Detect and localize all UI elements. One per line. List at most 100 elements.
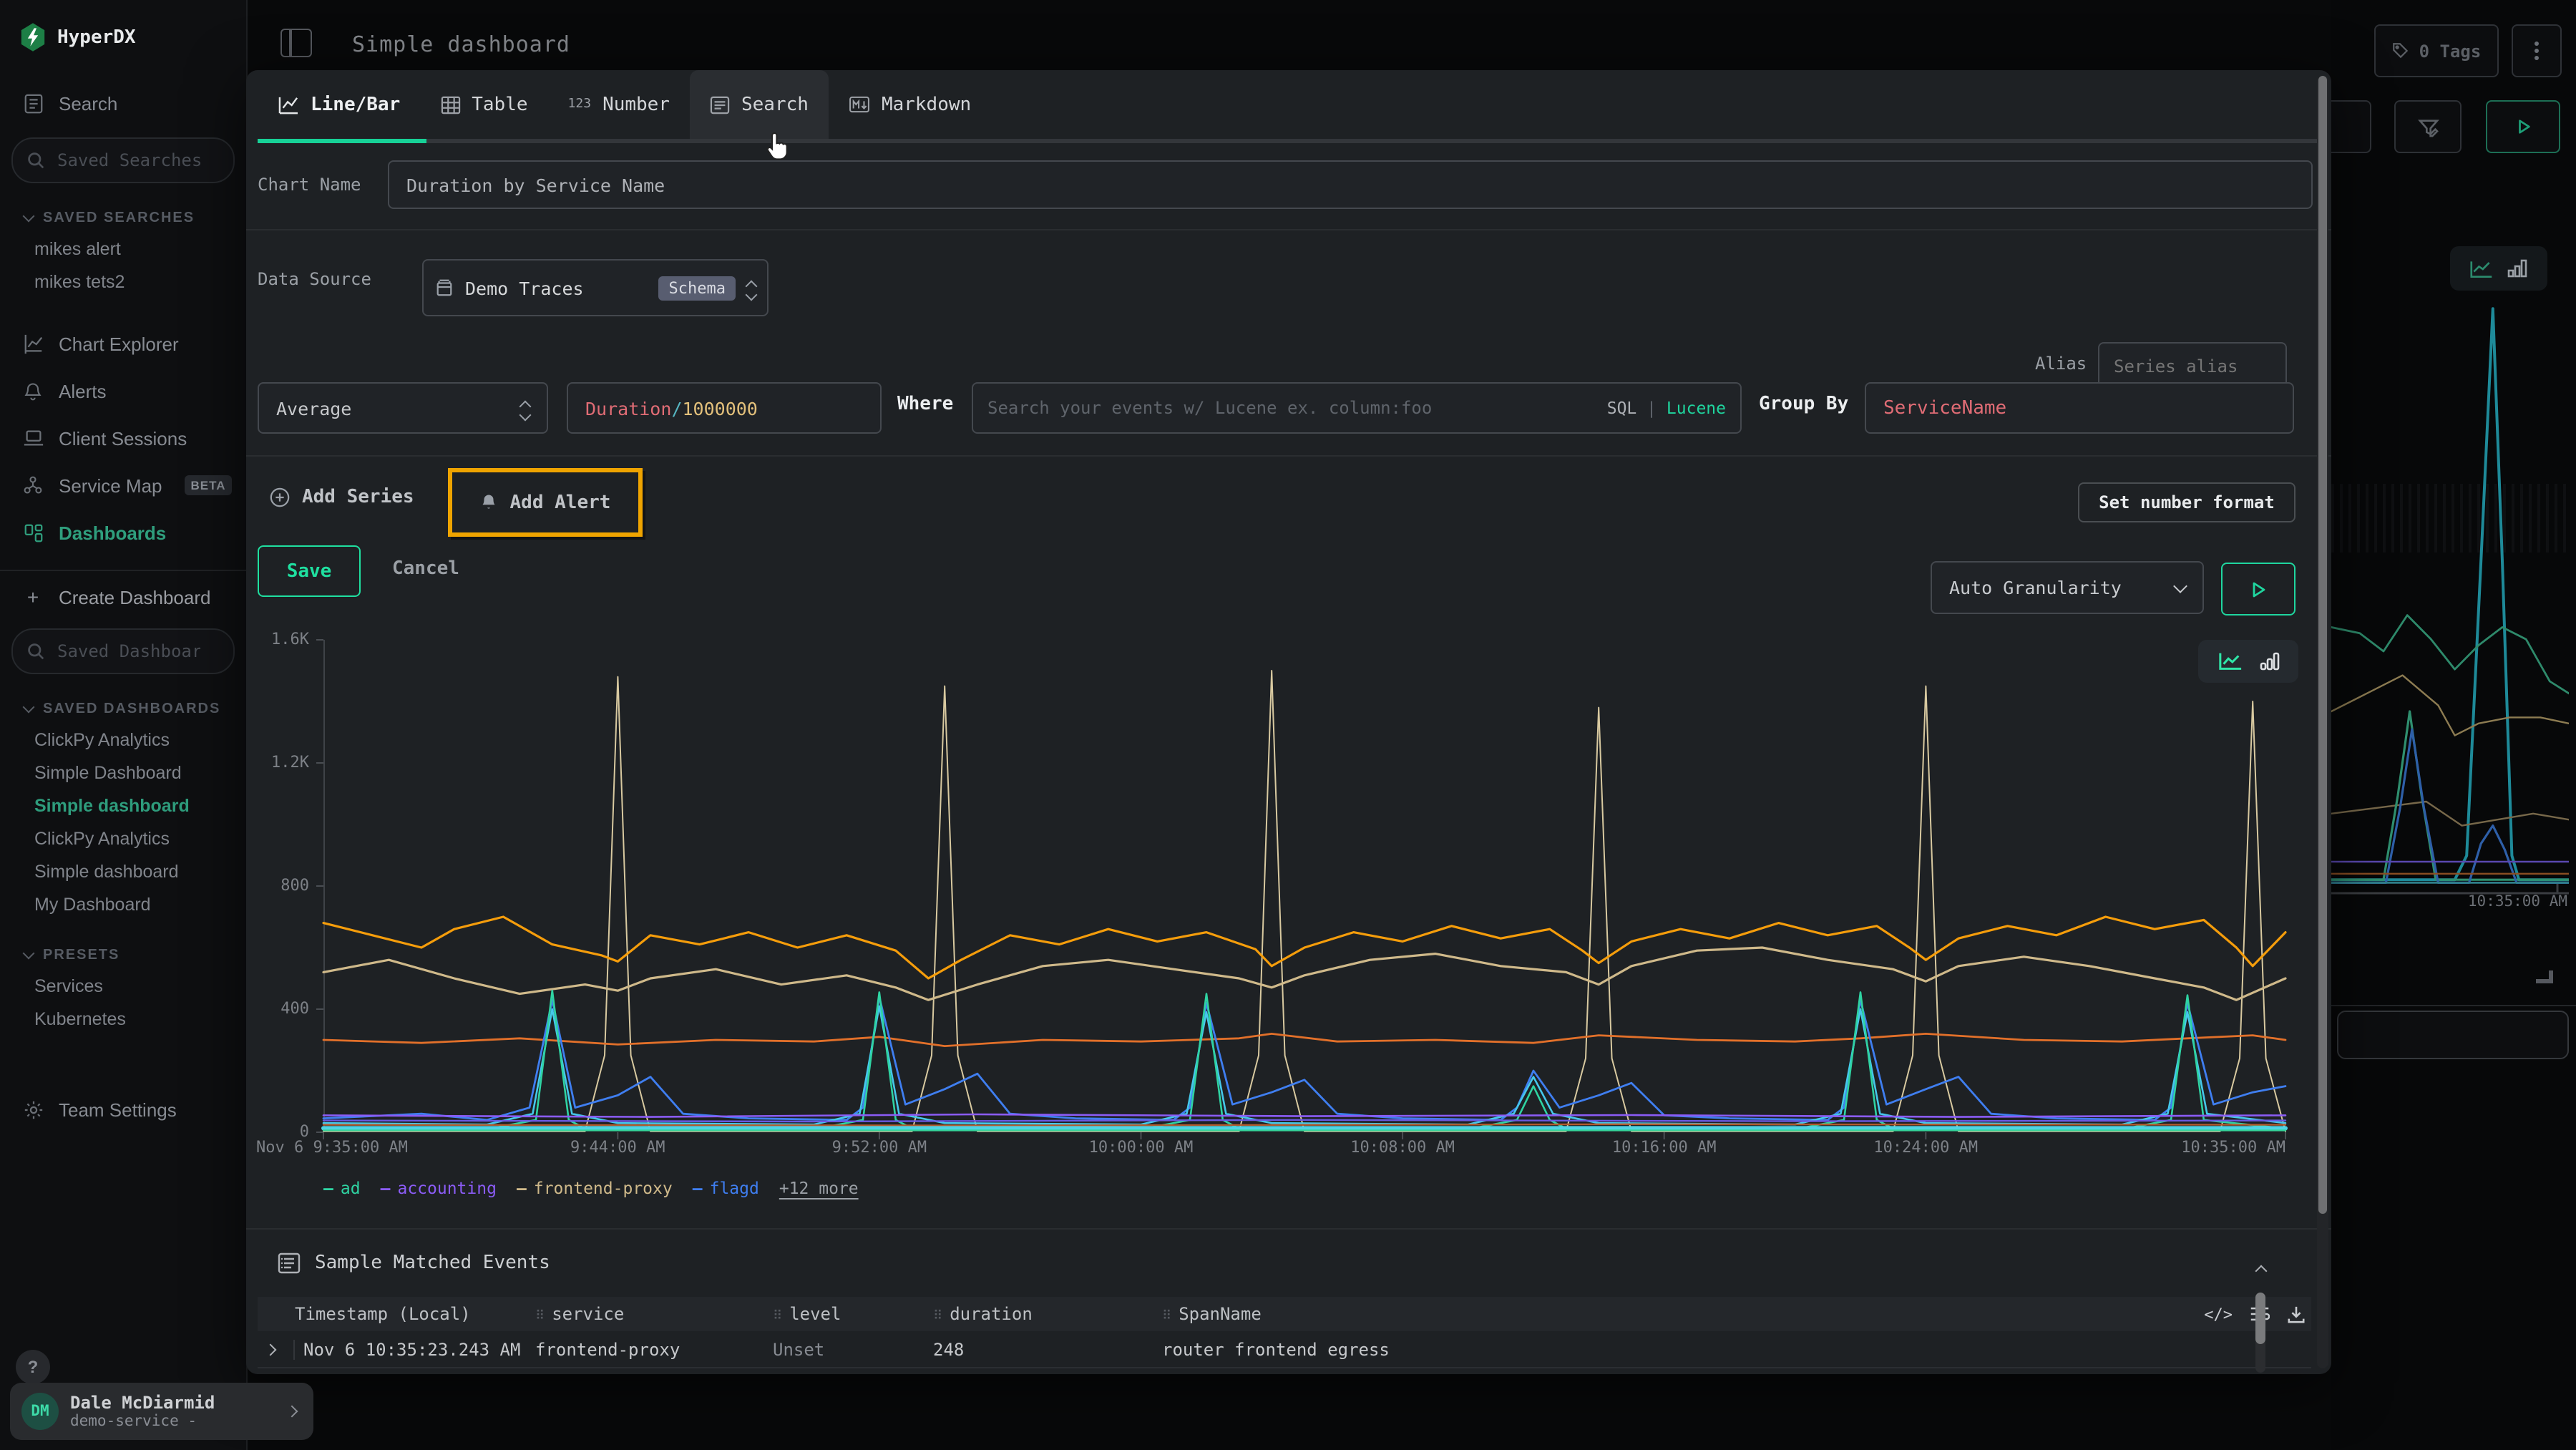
- tab-line-bar[interactable]: Line/Bar: [258, 70, 420, 139]
- y-tick-label: 800: [246, 876, 309, 895]
- tab-markdown[interactable]: Markdown: [829, 70, 991, 139]
- legend-swatch: —: [693, 1178, 703, 1198]
- data-source-value: Demo Traces: [465, 277, 648, 298]
- where-label: Where: [897, 394, 953, 415]
- granularity-select[interactable]: Auto Granularity: [1931, 561, 2204, 614]
- saved-dashboard-item[interactable]: Simple dashboard: [0, 855, 246, 887]
- sql-mode-toggle[interactable]: SQL: [1607, 398, 1637, 418]
- where-search-input[interactable]: Search your events w/ Lucene ex. column:…: [972, 382, 1742, 434]
- sidebar-item-alerts[interactable]: Alerts: [0, 371, 246, 411]
- set-number-format-button[interactable]: Set number format: [2078, 482, 2296, 522]
- y-tick-label: 400: [246, 999, 309, 1018]
- data-source-select[interactable]: Demo Traces Schema: [422, 259, 769, 316]
- add-series-button[interactable]: Add Series: [269, 475, 414, 518]
- markdown-icon: [849, 96, 870, 113]
- tab-table[interactable]: Table: [420, 70, 547, 139]
- aggregation-select[interactable]: Average: [258, 382, 548, 434]
- preset-item[interactable]: Services: [0, 969, 246, 1002]
- create-dashboard-button[interactable]: + Create Dashboard: [0, 580, 246, 614]
- add-alert-button-highlighted[interactable]: Add Alert: [448, 468, 643, 537]
- y-tick-label: 1.2K: [246, 753, 309, 772]
- group-by-input[interactable]: ServiceName: [1865, 382, 2294, 434]
- sidebar-item-dashboards[interactable]: Dashboards: [0, 512, 246, 553]
- legend-item[interactable]: — accounting: [381, 1178, 497, 1198]
- preset-item[interactable]: Kubernetes: [0, 1002, 246, 1035]
- saved-dashboard-item[interactable]: Simple Dashboard: [0, 756, 246, 789]
- table-icon: [440, 95, 460, 114]
- table-scrollbar-thumb[interactable]: [2255, 1293, 2265, 1344]
- legend-item[interactable]: —flagd: [693, 1178, 759, 1198]
- bg-input-box[interactable]: [2337, 1011, 2569, 1059]
- saved-searches-search[interactable]: [11, 137, 235, 183]
- saved-dashboards-search[interactable]: [11, 628, 235, 674]
- saved-dashboard-item[interactable]: ClickPy Analytics: [0, 822, 246, 855]
- chevron-down-icon: [23, 701, 35, 713]
- modal-scrollbar-thumb[interactable]: [2318, 76, 2327, 1213]
- tab-search[interactable]: Search: [690, 70, 829, 139]
- modal-scrollbar[interactable]: [2317, 76, 2328, 1368]
- tags-button[interactable]: 0 Tags: [2374, 24, 2499, 77]
- table-scrollbar-track[interactable]: [2255, 1293, 2265, 1373]
- col-service[interactable]: ⠿service: [535, 1304, 773, 1324]
- sidebar-item-service-map[interactable]: Service Map BETA: [0, 465, 246, 505]
- sidebar-item-client-sessions[interactable]: Client Sessions: [0, 418, 246, 458]
- filter-button[interactable]: [2394, 100, 2462, 153]
- saved-dashboard-item-active[interactable]: Simple dashboard: [0, 789, 246, 822]
- saved-dashboards-header[interactable]: SAVED DASHBOARDS: [0, 694, 246, 723]
- bg-run-query-button[interactable]: [2486, 100, 2560, 153]
- legend-label: accounting: [397, 1178, 497, 1198]
- download-icon[interactable]: [2287, 1305, 2306, 1323]
- col-level[interactable]: ⠿level: [773, 1304, 933, 1324]
- saved-dashboard-item[interactable]: My Dashboard: [0, 887, 246, 920]
- col-timestamp[interactable]: Timestamp (Local): [295, 1304, 535, 1324]
- table-header-row: Timestamp (Local) ⠿service ⠿level ⠿durat…: [258, 1297, 2311, 1331]
- help-button[interactable]: ?: [16, 1350, 50, 1384]
- presets-header[interactable]: PRESETS: [0, 940, 246, 969]
- collapse-chevron-icon[interactable]: [2255, 1265, 2268, 1278]
- saved-dashboard-item[interactable]: ClickPy Analytics: [0, 723, 246, 756]
- kebab-menu-button[interactable]: [2512, 24, 2562, 77]
- code-icon[interactable]: </>: [2204, 1305, 2233, 1323]
- sidebar-item-search[interactable]: Search: [0, 83, 246, 123]
- screen: Simple dashboard 0 Tags 10:35:00 AM: [0, 0, 2576, 1450]
- cell-timestamp: Nov 6 10:35:23.243 AM: [295, 1339, 535, 1359]
- duration-line-chart[interactable]: [323, 640, 2285, 1144]
- edit-chart-modal: Line/Bar Table 123 Number Search Markdow…: [246, 70, 2331, 1374]
- schema-badge: Schema: [659, 276, 736, 300]
- saved-dashboards-input[interactable]: [54, 640, 203, 663]
- table-row[interactable]: Nov 6 10:35:23.243 AM frontend-proxy Uns…: [258, 1368, 2311, 1374]
- save-button[interactable]: Save: [258, 545, 361, 597]
- sidebar-collapse-icon[interactable]: [280, 29, 312, 57]
- saved-searches-input[interactable]: [54, 149, 203, 172]
- expand-row-icon[interactable]: [258, 1339, 295, 1359]
- chevron-up-down-icon: [747, 277, 756, 298]
- sidebar-item-chart-explorer[interactable]: Chart Explorer: [0, 323, 246, 364]
- saved-search-item[interactable]: mikes alert: [0, 232, 246, 265]
- sidebar-item-team-settings[interactable]: Team Settings: [0, 1089, 246, 1129]
- legend-more-link[interactable]: +12 more: [779, 1178, 859, 1198]
- logo[interactable]: HyperDX: [0, 0, 246, 52]
- col-duration[interactable]: ⠿duration: [933, 1304, 1162, 1324]
- user-card[interactable]: DM Dale McDiarmid demo-service -: [10, 1383, 313, 1440]
- cell-level: Unset: [773, 1339, 933, 1359]
- x-tick-label: 10:35:00 AM: [2181, 1138, 2285, 1157]
- divider: [246, 229, 2331, 230]
- legend-item[interactable]: —ad: [323, 1178, 361, 1198]
- legend-item[interactable]: —frontend-proxy: [517, 1178, 673, 1198]
- lucene-mode-toggle[interactable]: Lucene: [1667, 398, 1726, 418]
- user-name: Dale McDiarmid: [70, 1393, 276, 1412]
- expression-field[interactable]: Duration/1000000: [567, 382, 882, 434]
- legend-swatch: —: [381, 1178, 391, 1198]
- sample-events-header: Sample Matched Events: [278, 1252, 550, 1274]
- saved-search-item[interactable]: mikes tets2: [0, 265, 246, 298]
- col-spanname[interactable]: ⠿SpanName: [1162, 1304, 2197, 1324]
- cancel-button[interactable]: Cancel: [392, 558, 459, 580]
- chart-name-input[interactable]: [388, 160, 2313, 209]
- run-query-button[interactable]: [2221, 563, 2296, 615]
- bg-chart-type-toggle[interactable]: [2450, 246, 2547, 291]
- saved-searches-header[interactable]: SAVED SEARCHES: [0, 203, 246, 232]
- tab-number[interactable]: 123 Number: [548, 70, 690, 139]
- table-row[interactable]: Nov 6 10:35:23.243 AM frontend-proxy Uns…: [258, 1331, 2311, 1368]
- laptop-icon: [21, 427, 44, 449]
- group-by-label: Group By: [1759, 394, 1848, 415]
